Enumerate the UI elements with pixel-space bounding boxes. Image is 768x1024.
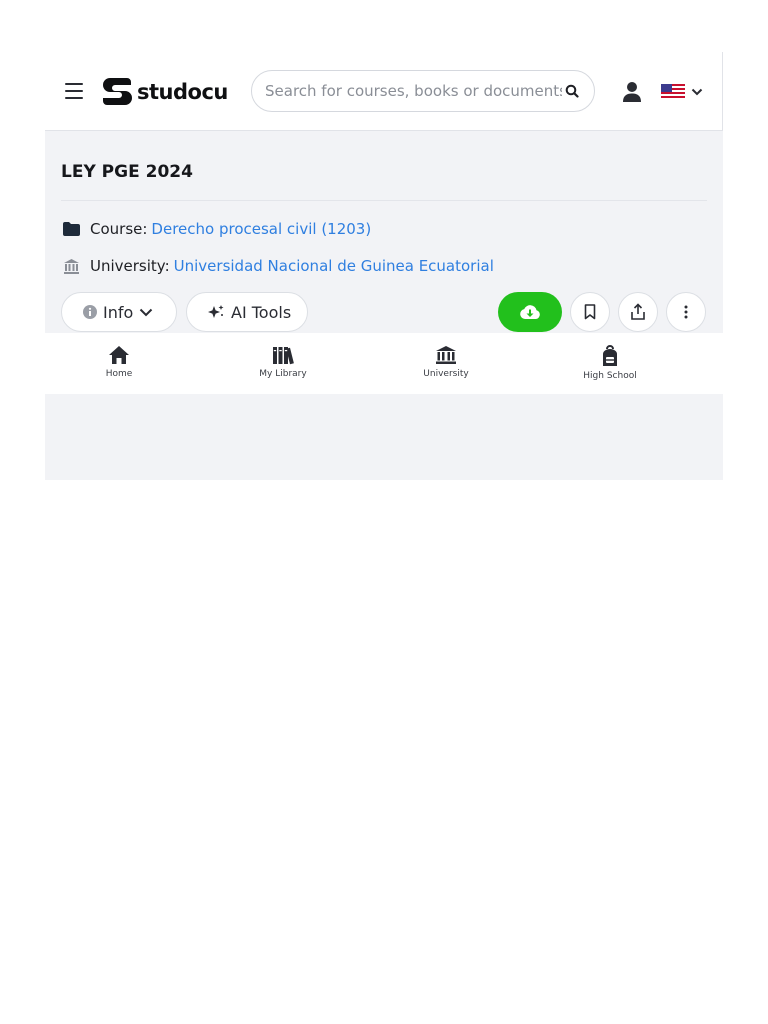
ai-tools-label: AI Tools <box>231 302 292 322</box>
share-button[interactable] <box>618 292 658 332</box>
nav-my-library[interactable]: My Library <box>228 333 338 394</box>
nav-high-school-label: High School <box>583 371 637 381</box>
user-icon[interactable] <box>621 80 643 104</box>
search-input[interactable] <box>265 82 562 100</box>
course-label: Course: <box>90 220 148 238</box>
bottom-navigation: Home My Library University High School <box>45 333 723 394</box>
language-selector[interactable] <box>661 82 709 102</box>
nav-home[interactable]: Home <box>64 333 174 394</box>
share-icon <box>631 303 645 320</box>
top-header: studocu <box>45 52 723 131</box>
chevron-down-icon <box>691 88 703 96</box>
more-options-button[interactable] <box>666 292 706 332</box>
search-icon[interactable] <box>562 81 582 101</box>
university-icon <box>64 258 79 274</box>
document-title: LEY PGE 2024 <box>61 162 193 182</box>
folder-icon <box>63 222 80 236</box>
nav-my-library-label: My Library <box>259 369 307 379</box>
search-bar[interactable] <box>251 70 595 112</box>
nav-university-label: University <box>423 369 469 379</box>
course-row: Course: Derecho procesal civil (1203) <box>63 219 371 239</box>
logo-text: studocu <box>137 80 228 104</box>
nav-university[interactable]: University <box>391 333 501 394</box>
university-row: University: Universidad Nacional de Guin… <box>63 256 494 276</box>
university-icon <box>436 346 456 364</box>
cloud-download-icon <box>520 305 540 319</box>
chevron-down-icon <box>140 308 153 316</box>
university-label: University: <box>90 257 170 275</box>
university-link[interactable]: Universidad Nacional de Guinea Ecuatoria… <box>174 257 494 275</box>
app-frame: studocu Search for courses, books or doc… <box>45 52 723 480</box>
studocu-logo-mark-icon <box>103 78 132 105</box>
library-icon <box>273 347 294 365</box>
info-icon <box>83 305 97 319</box>
download-button[interactable] <box>498 292 562 332</box>
studocu-logo[interactable]: studocu <box>101 74 228 110</box>
bookmark-button[interactable] <box>570 292 610 332</box>
bookmark-icon <box>584 304 596 320</box>
us-flag-icon <box>661 84 685 100</box>
nav-high-school[interactable]: High School <box>555 333 665 394</box>
divider <box>61 200 707 201</box>
backpack-icon <box>603 345 617 366</box>
more-vertical-icon <box>684 305 688 319</box>
info-label: Info <box>103 302 134 322</box>
info-button[interactable]: Info <box>61 292 177 332</box>
course-link[interactable]: Derecho procesal civil (1203) <box>151 220 371 238</box>
ai-tools-button[interactable]: AI Tools <box>186 292 308 332</box>
sparkle-icon <box>208 305 224 318</box>
hamburger-menu-icon[interactable] <box>65 82 83 100</box>
home-icon <box>109 346 129 364</box>
nav-home-label: Home <box>105 369 133 379</box>
